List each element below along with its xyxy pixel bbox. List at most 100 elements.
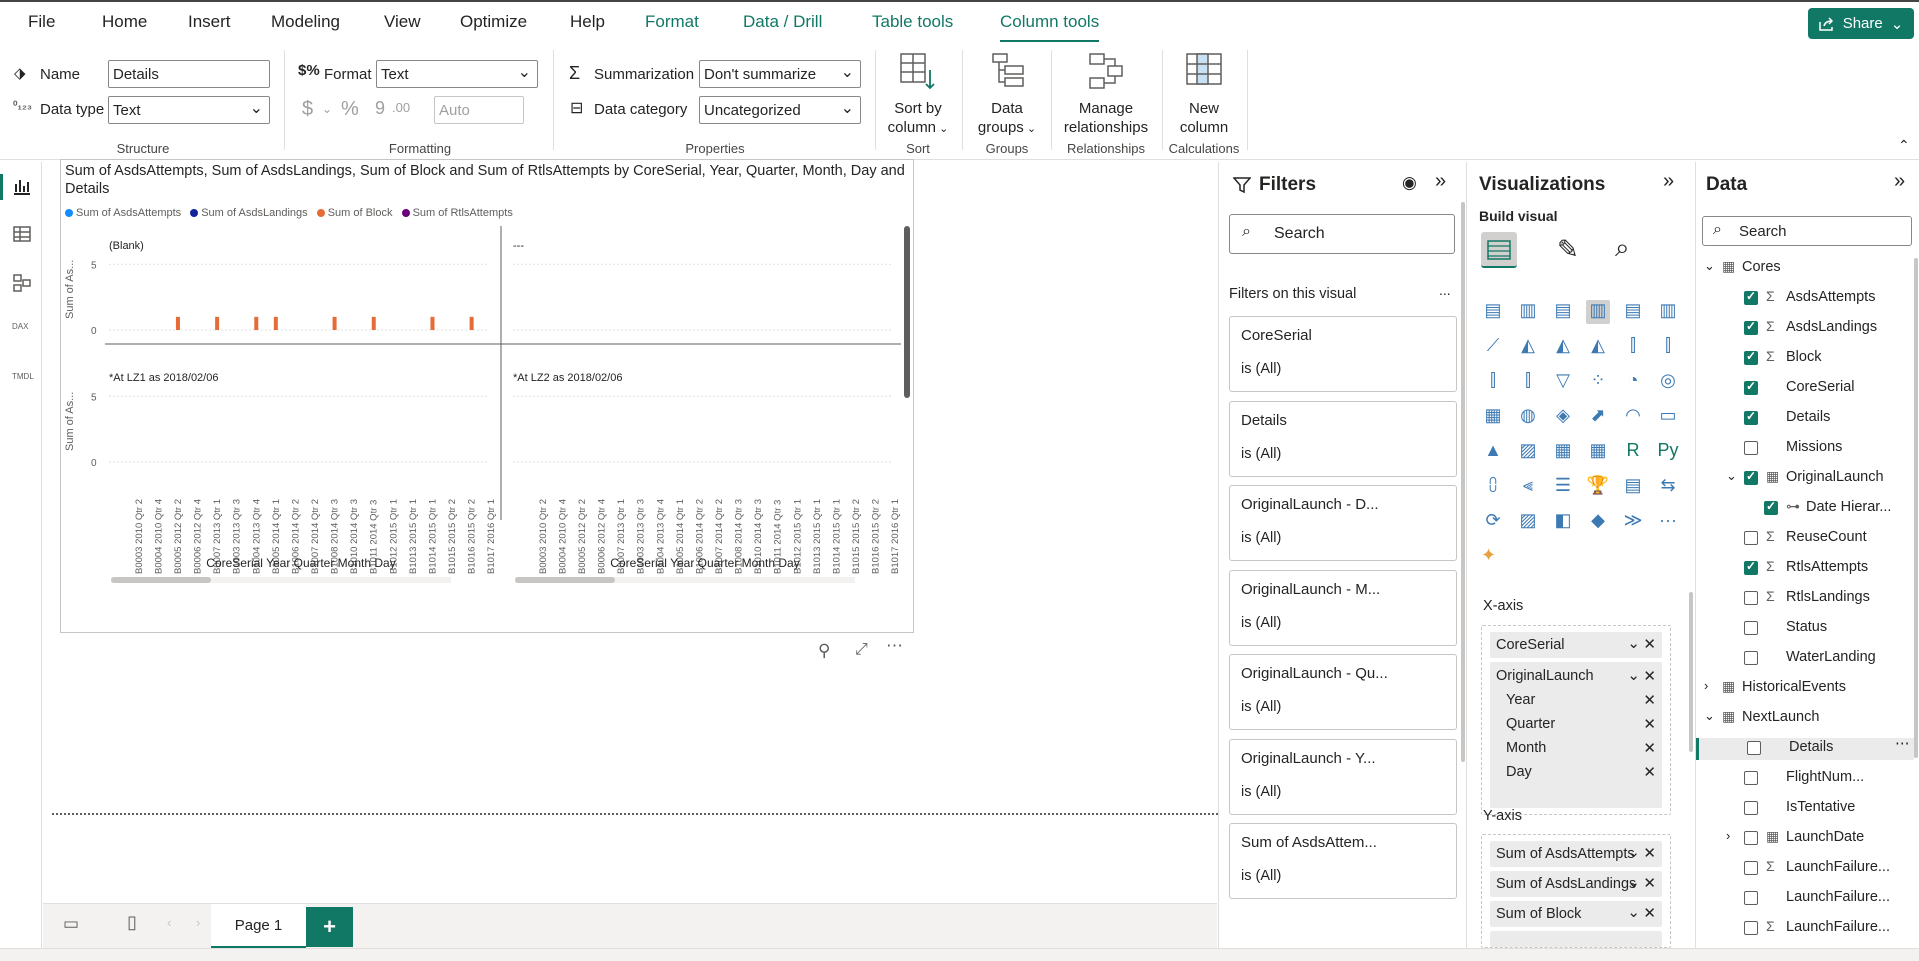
percent-button[interactable]: % <box>341 98 359 121</box>
yaxis-well[interactable]: Sum of AsdsAttempts ⌄ ✕ Sum of AsdsLanding… <box>1481 834 1671 948</box>
tree-field-row[interactable]: Details ⋯ <box>1696 736 1914 760</box>
collapse-ribbon-icon[interactable]: ⌃ <box>1898 137 1910 154</box>
stacked-bar-icon[interactable]: ▤ <box>1481 300 1505 324</box>
filter-card[interactable]: OriginalLaunch - D... is (All) <box>1229 485 1457 561</box>
line-icon[interactable]: ⟋ <box>1481 335 1505 359</box>
chevron-down-icon[interactable]: ⌄ <box>1704 258 1715 274</box>
xaxis-hierarchy-pill[interactable]: OriginalLaunch ⌄ ✕ Year ✕ Quarter ✕ Month ✕ D… <box>1490 662 1662 808</box>
manage-relationships-button[interactable]: Manage relationships <box>1058 52 1154 137</box>
summarization-select[interactable]: Don't summarize <box>699 60 861 88</box>
currency-button[interactable]: $ <box>302 98 313 121</box>
field-checkbox[interactable] <box>1744 771 1758 785</box>
share-button[interactable]: Share ⌄ <box>1808 8 1914 39</box>
filter-card[interactable]: OriginalLaunch - M... is (All) <box>1229 570 1457 646</box>
ribbon-icon[interactable]: ⫿ <box>1481 370 1505 394</box>
tree-field-row[interactable]: Σ ReuseCount <box>1696 528 1914 550</box>
menu-file[interactable]: File <box>28 12 55 32</box>
funnel-icon[interactable]: ▽ <box>1551 370 1575 394</box>
matrix-icon[interactable]: ▦ <box>1586 440 1610 464</box>
model-view-icon[interactable] <box>12 273 32 293</box>
field-checkbox[interactable] <box>1744 441 1758 455</box>
more-options-icon[interactable]: ⋯ <box>886 636 903 656</box>
tree-field-row[interactable]: FlightNum... <box>1696 768 1914 790</box>
data-scrollbar[interactable] <box>1914 258 1918 758</box>
clustered-bar-icon[interactable]: ▤ <box>1551 300 1575 324</box>
field-checkbox[interactable] <box>1744 469 1758 485</box>
remove-field-icon[interactable]: ✕ <box>1643 874 1656 892</box>
slicer-icon[interactable]: ▨ <box>1516 440 1540 464</box>
tree-field-row[interactable]: Σ AsdsLandings <box>1696 318 1914 340</box>
eye-icon[interactable]: ◉ <box>1402 173 1417 193</box>
tree-field-row[interactable]: IsTentative <box>1696 798 1914 820</box>
filter-card[interactable]: Details is (All) <box>1229 401 1457 477</box>
field-checkbox[interactable] <box>1744 531 1758 545</box>
desktop-layout-icon[interactable]: ▭ <box>63 914 79 934</box>
filters-more-icon[interactable]: ... <box>1439 282 1451 298</box>
field-checkbox[interactable] <box>1744 831 1758 845</box>
remove-field-icon[interactable]: ✕ <box>1643 691 1656 709</box>
format-visual-icon[interactable]: ✎ <box>1557 234 1579 265</box>
format-select[interactable]: Text <box>376 60 538 88</box>
power-automate-icon[interactable]: ≫ <box>1621 510 1645 534</box>
power-apps-icon[interactable]: ⟳ <box>1481 510 1505 534</box>
dax-query-view-icon[interactable]: DAX <box>12 322 32 342</box>
category-select[interactable]: Uncategorized <box>699 96 861 124</box>
sort-by-column-button[interactable]: Sort by column ⌄ <box>882 52 954 139</box>
field-checkbox[interactable] <box>1747 741 1761 755</box>
scatter-icon[interactable]: ⁘ <box>1586 370 1610 394</box>
kpi-icon[interactable]: ▲ <box>1481 440 1505 464</box>
tree-field-row[interactable]: Details <box>1696 408 1914 430</box>
key-influencers-icon[interactable]: ⩇ <box>1481 475 1505 499</box>
card-icon[interactable]: ▭ <box>1656 405 1680 429</box>
chevron-right-icon[interactable]: › <box>1704 678 1708 693</box>
remove-field-icon[interactable]: ✕ <box>1643 844 1656 862</box>
custom-visual-icon[interactable]: ✦ <box>1481 545 1505 569</box>
chevron-down-icon[interactable]: ⌄ <box>1627 843 1640 861</box>
chart-visual[interactable]: Sum of AsdsAttempts, Sum of AsdsLandings… <box>60 159 914 633</box>
treemap-icon[interactable]: ▦ <box>1481 405 1505 429</box>
field-checkbox[interactable] <box>1744 891 1758 905</box>
name-input[interactable]: Details <box>108 60 270 88</box>
filter-card[interactable]: OriginalLaunch - Y... is (All) <box>1229 739 1457 815</box>
report-view-icon[interactable] <box>12 176 32 196</box>
analytics-icon[interactable]: ⌕ <box>1615 232 1630 264</box>
tree-field-row[interactable]: Σ AsdsAttempts <box>1696 288 1914 310</box>
tree-field-row[interactable]: CoreSerial <box>1696 378 1914 400</box>
field-checkbox[interactable] <box>1744 651 1758 665</box>
chevron-down-icon[interactable]: ⌄ <box>1704 708 1715 724</box>
focus-mode-icon[interactable]: ⤢ <box>855 641 868 659</box>
chevron-down-icon[interactable]: ⌄ <box>1726 468 1737 484</box>
remove-field-icon[interactable]: ✕ <box>1643 904 1656 922</box>
datatype-select[interactable]: Text <box>108 96 270 124</box>
xaxis-field-pill[interactable]: CoreSerial ⌄ ✕ <box>1490 632 1662 658</box>
image-icon[interactable]: ▨ <box>1516 510 1540 534</box>
collapse-viz-icon[interactable]: » <box>1663 170 1674 193</box>
prev-page-icon[interactable]: ‹ <box>167 915 171 930</box>
tmdl-view-icon[interactable]: TMDL <box>12 372 34 392</box>
metrics-icon[interactable]: ⇆ <box>1656 475 1680 499</box>
button-icon[interactable]: ◆ <box>1586 510 1610 534</box>
menu-insert[interactable]: Insert <box>188 12 231 32</box>
viz-scrollbar[interactable] <box>1689 592 1693 752</box>
line-clustered-column-icon[interactable]: ⫿ <box>1656 335 1680 359</box>
tab-format[interactable]: Format <box>645 12 699 32</box>
build-visual-tab[interactable] <box>1481 232 1517 268</box>
gauge-icon[interactable]: ◠ <box>1621 405 1645 429</box>
menu-modeling[interactable]: Modeling <box>271 12 340 32</box>
remove-field-icon[interactable]: ✕ <box>1643 635 1656 653</box>
menu-help[interactable]: Help <box>570 12 605 32</box>
azure-map-icon[interactable]: ⬈ <box>1586 405 1610 429</box>
remove-field-icon[interactable]: ✕ <box>1643 739 1656 757</box>
pie-icon[interactable]: ◔ <box>1621 370 1645 394</box>
filters-scrollbar[interactable] <box>1461 202 1465 762</box>
menu-optimize[interactable]: Optimize <box>460 12 527 32</box>
100-area-icon[interactable]: ◭ <box>1586 335 1610 359</box>
chevron-down-icon[interactable]: ⌄ <box>1627 873 1640 891</box>
field-checkbox[interactable] <box>1744 801 1758 815</box>
tree-field-row[interactable]: Σ RtlsLandings <box>1696 588 1914 610</box>
chevron-right-icon[interactable]: › <box>1726 828 1730 843</box>
field-checkbox[interactable] <box>1744 349 1758 365</box>
waterfall-icon[interactable]: ⫿ <box>1516 370 1540 394</box>
mobile-layout-icon[interactable]: ▯ <box>127 912 137 933</box>
field-checkbox[interactable] <box>1744 861 1758 875</box>
